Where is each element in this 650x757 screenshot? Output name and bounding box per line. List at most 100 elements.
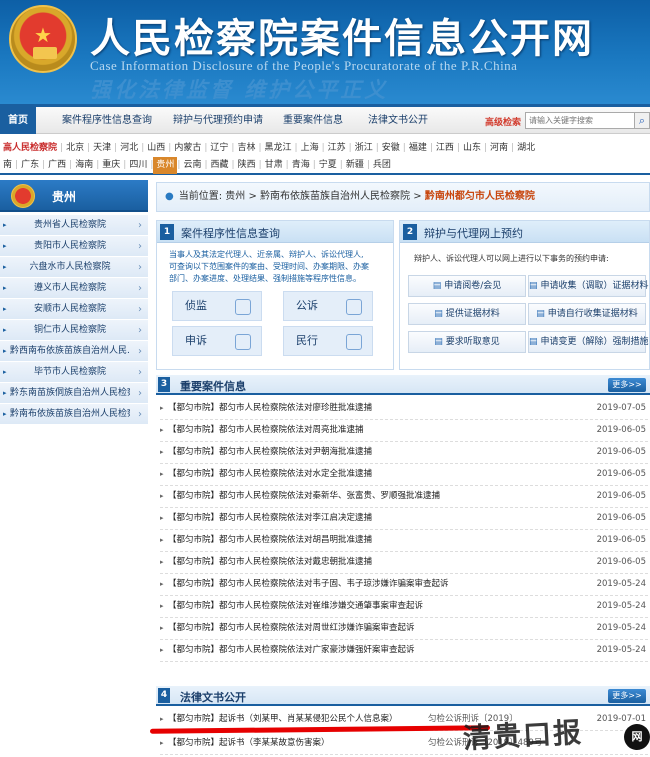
case-title[interactable]: 【都匀市院】都匀市人民检察院依法对戴忠朝批准逮捕 — [168, 552, 372, 573]
breadcrumb-level1[interactable]: 贵州 — [225, 191, 245, 202]
region-link[interactable]: 重庆 — [99, 157, 123, 174]
request-opinion-button[interactable]: ▤ 要求听取意见 — [408, 331, 526, 353]
region-link[interactable]: 广西 — [45, 157, 69, 174]
table-row[interactable]: ▸ 【都匀市院】都匀市人民检察院依法对李江启决定逮捕 2019-06-05 — [160, 508, 648, 530]
region-link[interactable]: 青海 — [289, 157, 313, 174]
region-link[interactable]: 江苏 — [325, 140, 349, 157]
apply-read-file-button[interactable]: ▤ 申请阅卷/会见 — [408, 275, 526, 297]
table-row[interactable]: ▸ 【都匀市院】都匀市人民检察院依法对胡昌明批准逮捕 2019-06-05 — [160, 530, 648, 552]
search-input[interactable] — [525, 112, 635, 129]
region-link[interactable]: 四川 — [126, 157, 150, 174]
region-link[interactable]: 陕西 — [235, 157, 259, 174]
region-link[interactable]: 浙江 — [352, 140, 376, 157]
sidebar-item[interactable]: ▸黔东南苗族侗族自治州人民检察院 › — [0, 383, 148, 404]
proc-button-gongsu[interactable]: 公诉 — [283, 291, 373, 321]
sidebar-item[interactable]: ▸ 六盘水市人民检察院 › — [0, 257, 148, 278]
case-title[interactable]: 【都匀市院】都匀市人民检察院依法对廖珍胜批准逮捕 — [168, 398, 372, 419]
region-link[interactable]: 宁夏 — [316, 157, 340, 174]
apply-collect-evidence-button[interactable]: ▤ 申请收集（调取）证据材料 — [528, 275, 649, 297]
case-title[interactable]: 【都匀市院】都匀市人民检察院依法对广家豪涉嫌强奸案审查起诉 — [168, 640, 415, 661]
case-title[interactable]: 【都匀市院】都匀市人民检察院依法对胡昌明批准逮捕 — [168, 530, 372, 551]
bullet-icon: ▸ — [160, 739, 164, 747]
document-title[interactable]: 【都匀市院】起诉书（李某某故意伤害案） — [168, 733, 330, 754]
table-row[interactable]: ▸ 【都匀市院】都匀市人民检察院依法对秦新华、张富贵、罗顺强批准逮捕 2019-06… — [160, 486, 648, 508]
sidebar-item[interactable]: ▸ 贵州省人民检察院 › — [0, 215, 148, 236]
nav-home[interactable]: 首页 — [0, 107, 36, 134]
table-row[interactable]: ▸ 【都匀市院】都匀市人民检察院依法对崔维涉嫌交通肇事案审查起诉 2019-05-2… — [160, 596, 648, 618]
region-link[interactable]: 高人民检察院 — [0, 140, 60, 157]
table-row[interactable]: ▸ 【都匀市院】都匀市人民检察院依法对廖珍胜批准逮捕 2019-07-05 — [160, 398, 648, 420]
region-link[interactable]: 辽宁 — [207, 140, 231, 157]
region-link[interactable]: 广东 — [18, 157, 42, 174]
more-cases-button[interactable]: 更多>> — [608, 378, 646, 392]
region-link[interactable]: 新疆 — [343, 157, 367, 174]
region-link[interactable]: 兵团 — [370, 157, 394, 174]
self-collect-evidence-button[interactable]: ▤ 申请自行收集证据材料 — [528, 303, 646, 325]
region-link[interactable]: 云南 — [180, 157, 204, 174]
case-title[interactable]: 【都匀市院】都匀市人民检察院依法对尹朝海批准逮捕 — [168, 442, 372, 463]
region-link[interactable]: 山东 — [460, 140, 484, 157]
case-title[interactable]: 【都匀市院】都匀市人民检察院依法对韦子固、韦子琼涉嫌诈骗案审查起诉 — [168, 574, 449, 595]
search-icon[interactable]: ⌕ — [634, 112, 650, 129]
section-title: 重要案件信息 — [180, 380, 246, 393]
case-title[interactable]: 【都匀市院】都匀市人民检察院依法对崔维涉嫌交通肇事案审查起诉 — [168, 596, 423, 617]
proc-button-shensu[interactable]: 申诉 — [172, 326, 262, 356]
sidebar-item[interactable]: ▸ 安顺市人民检察院 › — [0, 299, 148, 320]
sidebar-item[interactable]: ▸ 遵义市人民检察院 › — [0, 278, 148, 299]
case-title[interactable]: 【都匀市院】都匀市人民检察院依法对周世红涉嫌诈骗案审查起诉 — [168, 618, 415, 639]
case-title[interactable]: 【都匀市院】都匀市人民检察院依法对秦新华、张富贵、罗顺强批准逮捕 — [168, 486, 440, 507]
region-link[interactable]: 海南 — [72, 157, 96, 174]
case-date: 2019-06-05 — [596, 447, 646, 457]
breadcrumb-level2[interactable]: 黔南布依族苗族自治州人民检察院 — [260, 191, 410, 202]
region-link[interactable]: 北京 — [63, 140, 87, 157]
more-documents-button[interactable]: 更多>> — [608, 689, 646, 703]
table-row[interactable]: ▸ 【都匀市院】都匀市人民检察院依法对周亮批准逮捕 2019-06-05 — [160, 420, 648, 442]
table-row[interactable]: ▸ 【都匀市院】都匀市人民检察院依法对广家豪涉嫌强奸案审查起诉 2019-05-24 — [160, 640, 648, 662]
region-link[interactable]: 西藏 — [208, 157, 232, 174]
table-row[interactable]: ▸ 【都匀市院】都匀市人民检察院依法对周世红涉嫌诈骗案审查起诉 2019-05-24 — [160, 618, 648, 640]
region-link[interactable]: 湖北 — [514, 140, 538, 157]
sidebar-item[interactable]: ▸黔南布依族苗族自治州人民检察院 › — [0, 404, 148, 425]
region-link[interactable]: 天津 — [90, 140, 114, 157]
panel-title: 案件程序性信息查询 — [181, 227, 280, 240]
sidebar-item[interactable]: ▸ 贵阳市人民检察院 › — [0, 236, 148, 257]
table-row[interactable]: ▸ 【都匀市院】都匀市人民检察院依法对尹朝海批准逮捕 2019-06-05 — [160, 442, 648, 464]
region-link[interactable]: 山西 — [144, 140, 168, 157]
region-link[interactable]: 贵州 — [153, 157, 178, 174]
table-row[interactable]: ▸ 【都匀市院】都匀市人民检察院依法对戴忠朝批准逮捕 2019-06-05 — [160, 552, 648, 574]
important-cases-header: 3 重要案件信息 更多>> — [156, 375, 650, 395]
change-measures-button[interactable]: ▤ 申请变更（解除）强制措施 — [528, 331, 649, 353]
chevron-right-icon: › — [138, 220, 142, 231]
document-icon: ▤ — [529, 281, 538, 291]
case-title[interactable]: 【都匀市院】都匀市人民检察院依法对水定全批准逮捕 — [168, 464, 372, 485]
region-link[interactable]: 南 — [0, 157, 15, 174]
nav-important-cases[interactable]: 重要案件信息 — [283, 107, 343, 134]
case-title[interactable]: 【都匀市院】都匀市人民检察院依法对李江启决定逮捕 — [168, 508, 372, 529]
region-link[interactable]: 河南 — [487, 140, 511, 157]
proc-button-zhenjian[interactable]: 侦监 — [172, 291, 262, 321]
section-title: 法律文书公开 — [180, 691, 246, 704]
region-link[interactable]: 福建 — [406, 140, 430, 157]
region-link[interactable]: 江西 — [433, 140, 457, 157]
defense-appointment-panel: 2 辩护与代理网上预约 辩护人、诉讼代理人可以网上进行以下事务的预约申请: ▤ 申请… — [399, 220, 650, 370]
region-link[interactable]: 吉林 — [234, 140, 258, 157]
table-row[interactable]: ▸ 【都匀市院】都匀市人民检察院依法对水定全批准逮捕 2019-06-05 — [160, 464, 648, 486]
sidebar-item-label: 黔东南苗族侗族自治州人民检察院 — [10, 388, 130, 398]
advanced-search-link[interactable]: 高级检索 — [485, 115, 521, 128]
nav-legal-documents[interactable]: 法律文书公开 — [368, 107, 428, 134]
region-link[interactable]: 上海 — [298, 140, 322, 157]
nav-defense-appointment[interactable]: 辩护与代理预约申请 — [173, 107, 263, 134]
proc-button-minxing[interactable]: 民行 — [283, 326, 373, 356]
table-row[interactable]: ▸ 【都匀市院】都匀市人民检察院依法对韦子固、韦子琼涉嫌诈骗案审查起诉 2019-0… — [160, 574, 648, 596]
sidebar-item[interactable]: ▸ 黔西南布依族苗族自治州人民... › — [0, 341, 148, 362]
nav-case-procedure-query[interactable]: 案件程序性信息查询 — [62, 107, 152, 134]
region-link[interactable]: 黑龙江 — [262, 140, 295, 157]
sidebar-item[interactable]: ▸ 铜仁市人民检察院 › — [0, 320, 148, 341]
case-title[interactable]: 【都匀市院】都匀市人民检察院依法对周亮批准逮捕 — [168, 420, 364, 441]
region-link[interactable]: 安徽 — [379, 140, 403, 157]
region-link[interactable]: 甘肃 — [262, 157, 286, 174]
sidebar-item[interactable]: ▸ 毕节市人民检察院 › — [0, 362, 148, 383]
region-link[interactable]: 内蒙古 — [171, 140, 204, 157]
provide-evidence-button[interactable]: ▤ 提供证据材料 — [408, 303, 526, 325]
region-link[interactable]: 河北 — [117, 140, 141, 157]
